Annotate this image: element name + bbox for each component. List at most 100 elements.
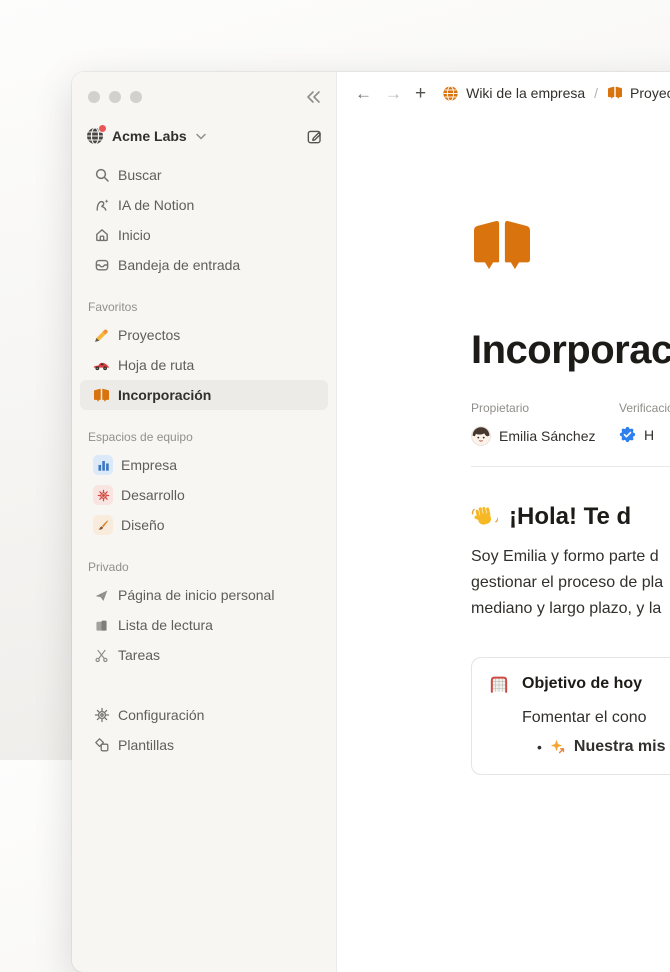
main-content: ← → + Wiki de la empresa / Proyectos Inc… <box>337 72 670 972</box>
sidebar-item-label: Plantillas <box>118 737 174 753</box>
property-verification: Verificación H <box>619 401 670 446</box>
notification-dot <box>98 124 107 133</box>
new-tab-icon[interactable]: + <box>415 84 426 103</box>
sidebar-item-notion-ai[interactable]: IA de Notion <box>80 190 328 220</box>
sidebar-item-label: Diseño <box>121 517 165 533</box>
sidebar-item-label: Bandeja de entrada <box>118 257 240 273</box>
open-book-icon <box>607 86 623 100</box>
bullet-marker: • <box>537 739 542 755</box>
page-icon-open-book[interactable] <box>471 218 533 274</box>
search-icon <box>93 167 110 184</box>
paragraph-line: Soy Emilia y formo parte d <box>471 544 670 570</box>
gear-icon <box>93 707 110 724</box>
sidebar-item-proyectos[interactable]: Proyectos <box>80 320 328 350</box>
page-title[interactable]: Incorporación <box>471 328 670 373</box>
paragraph-line: mediano y largo plazo, y la <box>471 596 670 622</box>
minimize-window-button[interactable] <box>109 91 121 103</box>
inbox-icon <box>93 257 110 274</box>
sidebar-item-tareas[interactable]: Tareas <box>80 640 328 670</box>
breadcrumb-page-link[interactable]: Proyectos <box>630 85 670 101</box>
paragraph-block[interactable]: Soy Emilia y formo parte d gestionar el … <box>471 544 670 622</box>
notion-ai-icon <box>93 197 110 214</box>
sidebar-item-label: Inicio <box>118 227 151 243</box>
sidebar-item-label: Proyectos <box>118 327 180 343</box>
paragraph-line: gestionar el proceso de pla <box>471 570 670 596</box>
property-label: Propietario <box>471 401 619 415</box>
sidebar-item-incorporacion[interactable]: Incorporación <box>80 380 328 410</box>
shapes-icon <box>93 737 110 754</box>
callout-block[interactable]: Objetivo de hoy Fomentar el cono • Nuest… <box>471 657 670 775</box>
sidebar-item-configuracion[interactable]: Configuración <box>80 700 328 730</box>
waving-hand-icon <box>471 504 498 531</box>
sidebar-item-label: Desarrollo <box>121 487 185 503</box>
window-controls <box>80 80 328 110</box>
avatar <box>471 426 491 446</box>
sidebar-item-diseno[interactable]: Diseño <box>80 510 328 540</box>
open-book-icon <box>93 387 110 404</box>
sidebar-item-label: Buscar <box>118 167 162 183</box>
sidebar-item-pagina-inicio-personal[interactable]: Página de inicio personal <box>80 580 328 610</box>
sidebar-item-search[interactable]: Buscar <box>80 160 328 190</box>
wiki-globe-icon <box>442 85 459 102</box>
workspace-name: Acme Labs <box>112 128 187 144</box>
verification-value[interactable]: H <box>619 426 670 443</box>
sidebar-item-label: Tareas <box>118 647 160 663</box>
property-label: Verificación <box>619 401 670 415</box>
sidebar-item-desarrollo[interactable]: Desarrollo <box>80 480 328 510</box>
bulleted-list-item: • Nuestra mis <box>537 738 670 756</box>
racecar-icon <box>93 357 110 374</box>
sidebar-item-label: Configuración <box>118 707 204 723</box>
chevron-down-icon <box>196 133 206 140</box>
property-owner: Propietario Emilia Sánchez <box>471 401 619 446</box>
sidebar-item-label: Lista de lectura <box>118 617 213 633</box>
sidebar-item-label: Página de inicio personal <box>118 587 274 603</box>
callout-body-text: Fomentar el cono <box>522 709 670 727</box>
back-arrow-icon[interactable]: ← <box>355 85 372 102</box>
forward-arrow-icon[interactable]: → <box>385 85 402 102</box>
sidebar-item-plantillas[interactable]: Plantillas <box>80 730 328 760</box>
sidebar-footer: Configuración Plantillas <box>80 700 328 760</box>
page-body: Incorporación Propietario Emilia Sánchez… <box>337 114 670 972</box>
properties-divider <box>471 466 670 467</box>
scissors-icon <box>93 647 110 664</box>
new-page-icon[interactable] <box>306 128 323 145</box>
topbar: ← → + Wiki de la empresa / Proyectos <box>337 72 670 114</box>
home-icon <box>93 227 110 244</box>
paintbrush-icon <box>93 515 113 535</box>
section-heading[interactable]: ¡Hola! Te d <box>471 503 670 531</box>
callout-title-text: Objetivo de hoy <box>522 675 642 693</box>
owner-person-chip[interactable]: Emilia Sánchez <box>471 426 619 446</box>
sidebar-item-label: IA de Notion <box>118 197 194 213</box>
section-title-teamspaces: Espacios de equipo <box>88 430 328 444</box>
callout-title-row: Objetivo de hoy <box>488 674 670 694</box>
collapse-sidebar-icon[interactable] <box>304 89 322 105</box>
maximize-window-button[interactable] <box>130 91 142 103</box>
bar-chart-icon <box>93 455 113 475</box>
sidebar-item-home[interactable]: Inicio <box>80 220 328 250</box>
pencil-icon <box>93 327 110 344</box>
page-properties: Propietario Emilia Sánchez Verificación <box>471 401 670 446</box>
workspace-switcher[interactable]: Acme Labs <box>80 120 328 152</box>
breadcrumb: Wiki de la empresa / Proyectos <box>442 85 670 102</box>
close-window-button[interactable] <box>88 91 100 103</box>
paper-plane-icon <box>93 587 110 604</box>
breadcrumb-wiki-link[interactable]: Wiki de la empresa <box>466 85 585 101</box>
sidebar-item-empresa[interactable]: Empresa <box>80 450 328 480</box>
sidebar: Acme Labs Buscar IA de Notion <box>72 72 337 972</box>
sidebar-item-label: Hoja de ruta <box>118 357 194 373</box>
section-title-favorites: Favoritos <box>88 300 328 314</box>
globe-icon <box>85 126 105 146</box>
breadcrumb-separator: / <box>594 85 598 101</box>
sidebar-item-inbox[interactable]: Bandeja de entrada <box>80 250 328 280</box>
verified-badge-icon <box>619 426 636 443</box>
sidebar-item-hoja-de-ruta[interactable]: Hoja de ruta <box>80 350 328 380</box>
app-window: Acme Labs Buscar IA de Notion <box>72 72 670 972</box>
books-icon <box>93 617 110 634</box>
sidebar-item-lista-de-lectura[interactable]: Lista de lectura <box>80 610 328 640</box>
sidebar-item-label: Empresa <box>121 457 177 473</box>
section-heading-text: ¡Hola! Te d <box>509 503 631 531</box>
section-title-private: Privado <box>88 560 328 574</box>
gear-red-icon <box>93 485 113 505</box>
page-link[interactable]: Nuestra mis <box>574 738 666 756</box>
owner-name: Emilia Sánchez <box>499 428 596 444</box>
